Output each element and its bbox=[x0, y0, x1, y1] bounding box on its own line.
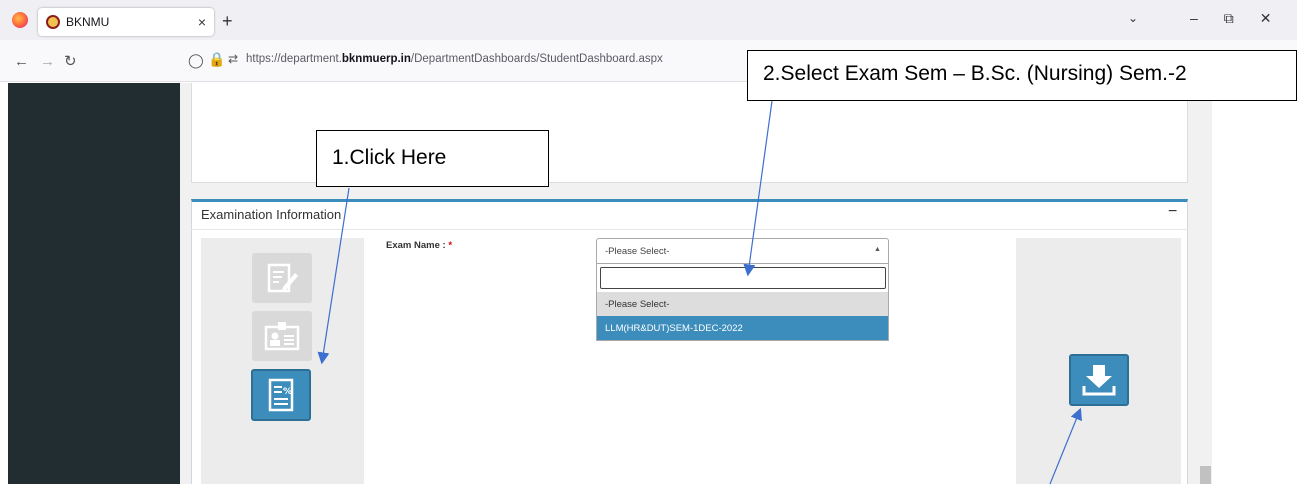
svg-text:%: % bbox=[283, 387, 292, 397]
id-card-tile[interactable] bbox=[252, 311, 312, 361]
dropdown-option-highlighted[interactable]: LLM(HR&DUT)SEM-1DEC-2022 bbox=[597, 316, 888, 340]
url-prefix: https://department. bbox=[246, 53, 342, 65]
site-favicon-icon bbox=[46, 15, 60, 29]
exam-name-label: Exam Name : * bbox=[386, 240, 452, 251]
forward-arrow-icon[interactable]: → bbox=[40, 53, 55, 70]
list-all-tabs-icon[interactable]: ⌄ bbox=[1128, 11, 1138, 25]
scrollbar-thumb[interactable] bbox=[1200, 466, 1211, 484]
annotation-step2: 2.Select Exam Sem – B.Sc. (Nursing) Sem.… bbox=[747, 50, 1297, 101]
back-arrow-icon[interactable]: ← bbox=[14, 53, 29, 70]
url-domain: bknmuerp.in bbox=[341, 53, 411, 65]
dropdown-search-input[interactable] bbox=[600, 267, 886, 289]
exam-section-title: Examination Information bbox=[201, 207, 342, 222]
browser-tab[interactable]: BKNMU × bbox=[38, 8, 214, 36]
exam-name-label-text: Exam Name : bbox=[386, 240, 446, 251]
download-icon bbox=[1082, 365, 1116, 396]
exam-name-select[interactable]: -Please Select- bbox=[596, 238, 889, 264]
window-controls: – ⧉ ✕ bbox=[1190, 10, 1272, 27]
edit-document-icon bbox=[267, 263, 298, 293]
required-marker: * bbox=[448, 240, 453, 251]
section-divider bbox=[191, 229, 1188, 230]
annotation-step1: 1.Click Here bbox=[316, 130, 549, 187]
collapse-button[interactable]: − bbox=[1168, 203, 1177, 221]
minimize-icon[interactable]: – bbox=[1190, 10, 1198, 27]
exam-result-tile[interactable]: % bbox=[251, 369, 311, 421]
reload-icon[interactable]: ↻ bbox=[64, 52, 77, 70]
scrollbar-track[interactable] bbox=[1198, 83, 1212, 484]
caret-up-icon: ▲ bbox=[874, 246, 881, 253]
download-button[interactable] bbox=[1069, 354, 1129, 406]
restore-icon[interactable]: ⧉ bbox=[1224, 10, 1234, 27]
dropdown-option[interactable]: -Please Select- bbox=[597, 292, 888, 316]
tab-title: BKNMU bbox=[66, 15, 110, 29]
dashboard-sidebar bbox=[8, 83, 180, 484]
new-tab-button[interactable]: + bbox=[222, 11, 233, 32]
url-path: /DepartmentDashboards/StudentDashboard.a… bbox=[410, 53, 663, 65]
close-window-icon[interactable]: ✕ bbox=[1260, 10, 1272, 27]
edit-form-tile[interactable] bbox=[252, 253, 312, 303]
tab-close-button[interactable]: × bbox=[198, 14, 206, 30]
tracking-shield-icon[interactable]: ◯ bbox=[188, 52, 204, 69]
id-card-icon bbox=[264, 322, 300, 351]
lock-icon[interactable]: 🔒 bbox=[208, 51, 225, 68]
permissions-icon[interactable]: ⇄ bbox=[228, 52, 238, 66]
percent-document-icon: % bbox=[268, 378, 294, 412]
firefox-logo-icon bbox=[12, 12, 28, 28]
address-bar-url[interactable]: https://department.bknmuerp.in/Departmen… bbox=[246, 53, 663, 65]
